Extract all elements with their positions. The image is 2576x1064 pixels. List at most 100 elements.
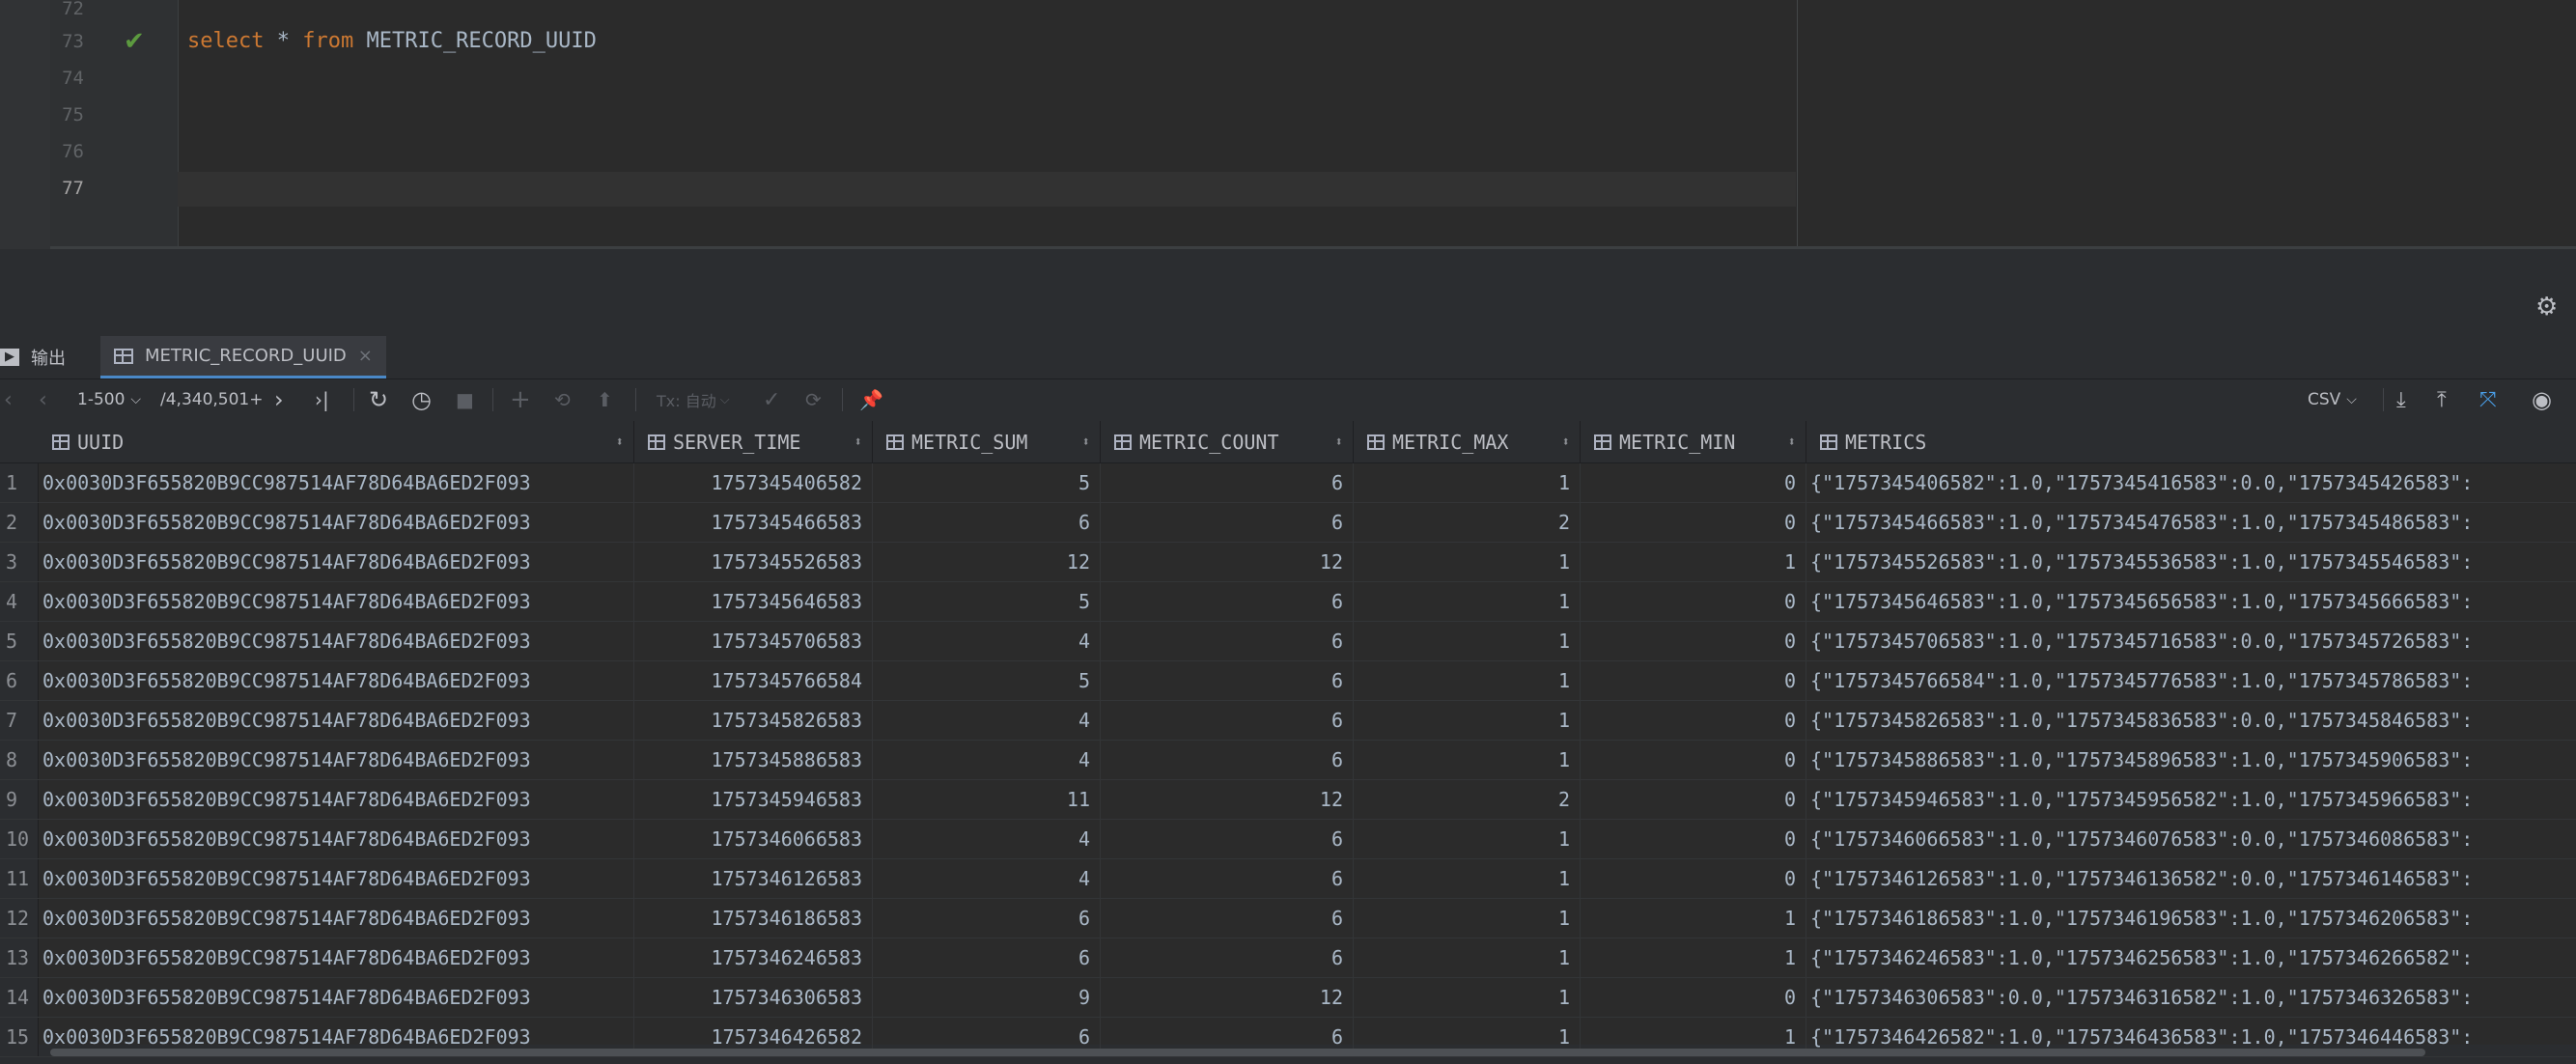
metric-sum-cell[interactable]: 6 bbox=[873, 899, 1101, 938]
table-row[interactable]: 10 0x0030D3F655820B9CC987514AF78D64BA6ED2… bbox=[0, 820, 2576, 859]
server-time-cell[interactable]: 1757345526583 bbox=[634, 543, 873, 581]
sql-editor[interactable]: 72 73 74 75 76 77 ✔ select * from METRIC… bbox=[0, 0, 2576, 249]
reload-icon[interactable]: ↻ bbox=[369, 379, 388, 420]
metrics-cell[interactable]: {"1757345766584":1.0,"1757345776583":1.0… bbox=[1806, 661, 2576, 700]
metrics-cell[interactable]: {"1757345946583":1.0,"1757345956582":1.0… bbox=[1806, 780, 2576, 819]
tab-result-metric-record-uuid[interactable]: METRIC_RECORD_UUID × bbox=[100, 336, 386, 378]
uuid-cell[interactable]: 0x0030D3F655820B9CC987514AF78D64BA6ED2F0… bbox=[39, 622, 634, 660]
download-icon[interactable]: ⤓ bbox=[2396, 379, 2406, 420]
table-row[interactable]: 7 0x0030D3F655820B9CC987514AF78D64BA6ED2F… bbox=[0, 701, 2576, 741]
metrics-cell[interactable]: {"1757346066583":1.0,"1757346076583":0.0… bbox=[1806, 820, 2576, 858]
metrics-cell[interactable]: {"1757345526583":1.0,"1757345536583":1.0… bbox=[1806, 543, 2576, 581]
revert-icon[interactable]: ⟲ bbox=[554, 379, 571, 420]
uuid-cell[interactable]: 0x0030D3F655820B9CC987514AF78D64BA6ED2F0… bbox=[39, 859, 634, 898]
server-time-cell[interactable]: 1757345466583 bbox=[634, 503, 873, 542]
metrics-cell[interactable]: {"1757345466583":1.0,"1757345476583":1.0… bbox=[1806, 503, 2576, 542]
horizontal-scrollbar[interactable] bbox=[50, 1049, 2425, 1056]
table-row[interactable]: 5 0x0030D3F655820B9CC987514AF78D64BA6ED2F… bbox=[0, 622, 2576, 661]
view-eye-icon[interactable]: ◉ bbox=[2532, 379, 2552, 420]
metric-count-cell[interactable]: 6 bbox=[1101, 938, 1354, 977]
column-header-metric-min[interactable]: METRIC_MIN ⬍ bbox=[1581, 421, 1806, 462]
uuid-cell[interactable]: 0x0030D3F655820B9CC987514AF78D64BA6ED2F0… bbox=[39, 820, 634, 858]
metric-max-cell[interactable]: 1 bbox=[1354, 899, 1581, 938]
server-time-cell[interactable]: 1757345406582 bbox=[634, 463, 873, 502]
metric-count-cell[interactable]: 6 bbox=[1101, 820, 1354, 858]
metric-sum-cell[interactable]: 4 bbox=[873, 820, 1101, 858]
pin-icon[interactable]: 📌 bbox=[859, 379, 883, 420]
metric-count-cell[interactable]: 6 bbox=[1101, 503, 1354, 542]
uuid-cell[interactable]: 0x0030D3F655820B9CC987514AF78D64BA6ED2F0… bbox=[39, 741, 634, 779]
metric-min-cell[interactable]: 0 bbox=[1581, 622, 1806, 660]
metric-min-cell[interactable]: 0 bbox=[1581, 780, 1806, 819]
sort-icon[interactable]: ⬍ bbox=[854, 434, 862, 450]
metric-count-cell[interactable]: 6 bbox=[1101, 622, 1354, 660]
metric-min-cell[interactable]: 0 bbox=[1581, 582, 1806, 621]
sort-icon[interactable]: ⬍ bbox=[1562, 434, 1570, 450]
metric-min-cell[interactable]: 0 bbox=[1581, 978, 1806, 1017]
add-row-icon[interactable]: + bbox=[510, 379, 531, 420]
metric-count-cell[interactable]: 6 bbox=[1101, 859, 1354, 898]
metric-count-cell[interactable]: 6 bbox=[1101, 701, 1354, 740]
metric-count-cell[interactable]: 12 bbox=[1101, 780, 1354, 819]
table-row[interactable]: 6 0x0030D3F655820B9CC987514AF78D64BA6ED2F… bbox=[0, 661, 2576, 701]
server-time-cell[interactable]: 1757345766584 bbox=[634, 661, 873, 700]
stop-icon[interactable]: ■ bbox=[456, 379, 474, 420]
metrics-cell[interactable]: {"1757346186583":1.0,"1757346196583":1.0… bbox=[1806, 899, 2576, 938]
metric-min-cell[interactable]: 0 bbox=[1581, 503, 1806, 542]
metric-min-cell[interactable]: 1 bbox=[1581, 938, 1806, 977]
metric-min-cell[interactable]: 1 bbox=[1581, 543, 1806, 581]
uuid-cell[interactable]: 0x0030D3F655820B9CC987514AF78D64BA6ED2F0… bbox=[39, 463, 634, 502]
metric-sum-cell[interactable]: 12 bbox=[873, 543, 1101, 581]
metric-sum-cell[interactable]: 5 bbox=[873, 463, 1101, 502]
export-format-selector[interactable]: CSV ⌵ bbox=[2308, 379, 2357, 420]
metric-sum-cell[interactable]: 5 bbox=[873, 582, 1101, 621]
page-size-selector[interactable]: 1-500 ⌵ bbox=[77, 379, 141, 420]
metric-count-cell[interactable]: 12 bbox=[1101, 543, 1354, 581]
server-time-cell[interactable]: 1757346066583 bbox=[634, 820, 873, 858]
metric-sum-cell[interactable]: 4 bbox=[873, 741, 1101, 779]
metric-max-cell[interactable]: 1 bbox=[1354, 622, 1581, 660]
metric-sum-cell[interactable]: 4 bbox=[873, 859, 1101, 898]
metrics-cell[interactable]: {"1757345646583":1.0,"1757345656583":1.0… bbox=[1806, 582, 2576, 621]
server-time-cell[interactable]: 1757346246583 bbox=[634, 938, 873, 977]
close-icon[interactable]: × bbox=[358, 346, 373, 366]
column-header-metric-sum[interactable]: METRIC_SUM ⬍ bbox=[873, 421, 1101, 462]
compare-icon[interactable]: ⤧ bbox=[2479, 379, 2497, 420]
table-row[interactable]: 13 0x0030D3F655820B9CC987514AF78D64BA6ED2… bbox=[0, 938, 2576, 978]
metric-max-cell[interactable]: 1 bbox=[1354, 463, 1581, 502]
metric-sum-cell[interactable]: 6 bbox=[873, 503, 1101, 542]
metric-min-cell[interactable]: 0 bbox=[1581, 661, 1806, 700]
previous-page-icon[interactable]: ‹ bbox=[39, 379, 47, 420]
sql-statement[interactable]: select * from METRIC_RECORD_UUID bbox=[187, 29, 597, 53]
metric-min-cell[interactable]: 0 bbox=[1581, 701, 1806, 740]
sort-icon[interactable]: ⬍ bbox=[1082, 434, 1090, 450]
server-time-cell[interactable]: 1757345646583 bbox=[634, 582, 873, 621]
metric-sum-cell[interactable]: 9 bbox=[873, 978, 1101, 1017]
uuid-cell[interactable]: 0x0030D3F655820B9CC987514AF78D64BA6ED2F0… bbox=[39, 899, 634, 938]
column-header-metric-count[interactable]: METRIC_COUNT ⬍ bbox=[1101, 421, 1354, 462]
metric-min-cell[interactable]: 0 bbox=[1581, 741, 1806, 779]
metric-sum-cell[interactable]: 6 bbox=[873, 938, 1101, 977]
uuid-cell[interactable]: 0x0030D3F655820B9CC987514AF78D64BA6ED2F0… bbox=[39, 701, 634, 740]
uuid-cell[interactable]: 0x0030D3F655820B9CC987514AF78D64BA6ED2F0… bbox=[39, 503, 634, 542]
column-header-metric-max[interactable]: METRIC_MAX ⬍ bbox=[1354, 421, 1581, 462]
uuid-cell[interactable]: 0x0030D3F655820B9CC987514AF78D64BA6ED2F0… bbox=[39, 978, 634, 1017]
table-row[interactable]: 1 0x0030D3F655820B9CC987514AF78D64BA6ED2F… bbox=[0, 463, 2576, 503]
first-page-icon[interactable]: ‹ bbox=[4, 379, 13, 420]
total-row-count[interactable]: /4,340,501+ bbox=[160, 379, 264, 420]
metric-count-cell[interactable]: 6 bbox=[1101, 899, 1354, 938]
sort-icon[interactable]: ⬍ bbox=[1335, 434, 1343, 450]
table-row[interactable]: 8 0x0030D3F655820B9CC987514AF78D64BA6ED2F… bbox=[0, 741, 2576, 780]
metric-sum-cell[interactable]: 4 bbox=[873, 701, 1101, 740]
uuid-cell[interactable]: 0x0030D3F655820B9CC987514AF78D64BA6ED2F0… bbox=[39, 661, 634, 700]
table-row[interactable]: 14 0x0030D3F655820B9CC987514AF78D64BA6ED2… bbox=[0, 978, 2576, 1018]
metric-max-cell[interactable]: 1 bbox=[1354, 543, 1581, 581]
metric-min-cell[interactable]: 1 bbox=[1581, 899, 1806, 938]
last-page-icon[interactable]: ›| bbox=[315, 379, 329, 420]
metrics-cell[interactable]: {"1757345886583":1.0,"1757345896583":1.0… bbox=[1806, 741, 2576, 779]
metric-min-cell[interactable]: 0 bbox=[1581, 463, 1806, 502]
metric-sum-cell[interactable]: 4 bbox=[873, 622, 1101, 660]
column-header-server-time[interactable]: SERVER_TIME ⬍ bbox=[634, 421, 873, 462]
metrics-cell[interactable]: {"1757345706583":1.0,"1757345716583":0.0… bbox=[1806, 622, 2576, 660]
metrics-cell[interactable]: {"1757345826583":1.0,"1757345836583":0.0… bbox=[1806, 701, 2576, 740]
